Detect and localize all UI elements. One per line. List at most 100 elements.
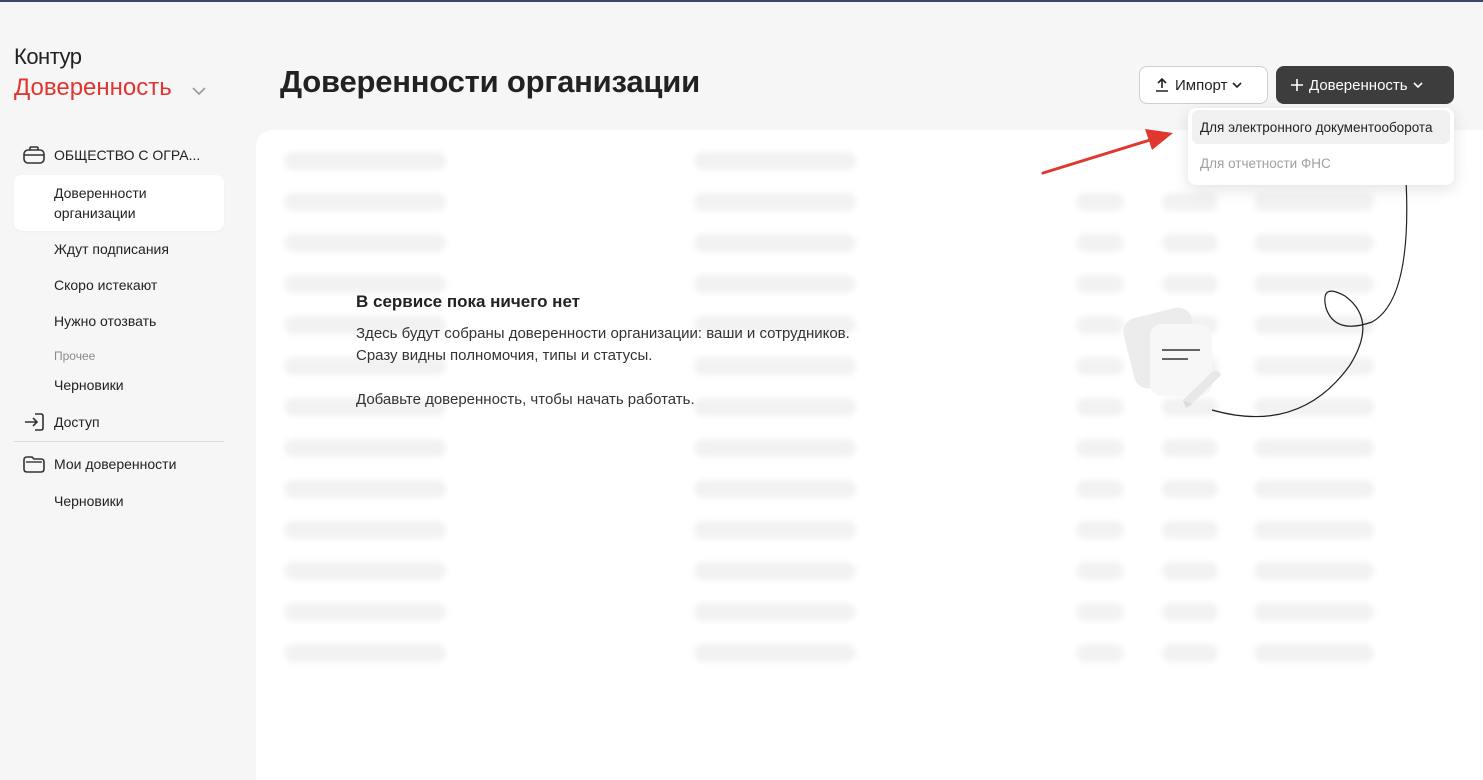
skeleton-placeholder [1254,275,1374,293]
skeleton-placeholder [1254,193,1374,211]
skeleton-placeholder [1162,521,1218,539]
skeleton-placeholder [1162,644,1218,662]
chevron-down-icon [1413,82,1423,89]
chevron-down-icon [190,79,208,97]
skeleton-placeholder [284,234,446,252]
skeleton-placeholder [284,562,446,580]
kontur-logo[interactable]: Контур [14,44,82,70]
skeleton-placeholder [1254,316,1374,334]
skeleton-placeholder [1162,316,1218,334]
empty-state-line: Сразу видны полномочия, типы и статусы. [356,347,653,364]
skeleton-placeholder [284,439,446,457]
skeleton-placeholder [1076,316,1124,334]
skeleton-placeholder [284,644,446,662]
content-card [256,130,1483,780]
skeleton-placeholder [284,521,446,539]
sidebar-item-to-revoke[interactable]: Нужно отозвать [14,303,224,339]
skeleton-placeholder [284,193,446,211]
menu-item-edo[interactable]: Для электронного документооборота [1192,110,1450,144]
skeleton-placeholder [1254,521,1374,539]
sidebar-item-label: Черновики [54,493,124,509]
skeleton-placeholder [1076,521,1124,539]
skeleton-placeholder [1254,480,1374,498]
sign-in-icon [25,413,44,431]
skeleton-placeholder [284,275,446,293]
skeleton-placeholder [1076,439,1124,457]
skeleton-placeholder [694,398,856,416]
skeleton-placeholder [1254,603,1374,621]
skeleton-placeholder [694,644,856,662]
skeleton-placeholder [1254,644,1374,662]
skeleton-placeholder [1162,234,1218,252]
import-button[interactable]: Импорт [1139,66,1268,104]
skeleton-placeholder [1162,603,1218,621]
skeleton-placeholder [1076,234,1124,252]
sidebar-item-awaiting-signature[interactable]: Ждут подписания [14,231,224,267]
skeleton-placeholder [1254,398,1374,416]
skeleton-placeholder [1162,275,1218,293]
skeleton-placeholder [1162,193,1218,211]
skeleton-placeholder [694,357,856,375]
sidebar-item-label: Доверенности организации [54,185,147,221]
sidebar-nav: ОБЩЕСТВО С ОГРА... Доверенности организа… [14,138,224,519]
sidebar-item-expiring-soon[interactable]: Скоро истекают [14,267,224,303]
skeleton-placeholder [284,480,446,498]
skeleton-placeholder [1076,357,1124,375]
skeleton-placeholder [1254,234,1374,252]
sidebar-item-label: Черновики [54,377,124,393]
skeleton-placeholder [694,480,856,498]
skeleton-placeholder [284,152,446,170]
product-switcher[interactable]: Доверенность [14,74,208,102]
skeleton-placeholder [1162,357,1218,375]
skeleton-placeholder [1076,275,1124,293]
sidebar-item-org-powers[interactable]: Доверенности организации [14,175,224,231]
sidebar-org[interactable]: ОБЩЕСТВО С ОГРА... [14,138,224,172]
skeleton-placeholder [694,152,856,170]
skeleton-placeholder [1254,562,1374,580]
sidebar-item-label: Доступ [54,414,100,430]
skeleton-placeholder [1076,398,1124,416]
skeleton-placeholder [694,562,856,580]
product-name: Доверенность [14,74,172,101]
add-power-dropdown: Для электронного документооборота Для от… [1188,108,1454,185]
import-button-label: Импорт [1175,76,1228,94]
skeleton-placeholder [694,234,856,252]
skeleton-placeholder [1076,480,1124,498]
skeleton-placeholder [1254,357,1374,375]
add-power-of-attorney-button[interactable]: Доверенность [1276,66,1454,104]
briefcase-icon [23,146,45,164]
skeleton-placeholder [694,521,856,539]
plus-icon [1291,79,1303,91]
sidebar-item-label: Мои доверенности [54,456,177,472]
skeleton-placeholder [694,193,856,211]
page-title: Доверенности организации [280,64,700,99]
empty-state-line: Здесь будут собраны доверенности организ… [356,325,850,342]
skeleton-placeholder [1076,193,1124,211]
skeleton-placeholder [1076,603,1124,621]
skeleton-placeholder [1162,562,1218,580]
sidebar-item-my-drafts[interactable]: Черновики [14,483,224,519]
skeleton-placeholder [694,275,856,293]
sidebar-org-label: ОБЩЕСТВО С ОГРА... [54,147,201,163]
sidebar-item-drafts[interactable]: Черновики [14,367,224,403]
skeleton-placeholder [1162,439,1218,457]
skeleton-placeholder [1076,562,1124,580]
sidebar-item-label: Скоро истекают [54,277,158,293]
skeleton-placeholder [1076,644,1124,662]
chevron-down-icon [1232,82,1243,89]
top-border [0,0,1483,2]
sidebar-item-access[interactable]: Доступ [14,403,224,441]
menu-item-fns-reporting: Для отчетности ФНС [1200,155,1331,171]
sidebar-item-label: Нужно отозвать [54,313,157,329]
upload-icon [1156,77,1168,92]
skeleton-placeholder [1162,398,1218,416]
sidebar-item-my-powers[interactable]: Мои доверенности [14,445,224,483]
skeleton-placeholder [1254,439,1374,457]
skeleton-placeholder [1162,480,1218,498]
skeleton-placeholder [694,603,856,621]
skeleton-placeholder [694,439,856,457]
sidebar-item-label: Ждут подписания [54,241,169,257]
folder-icon [23,456,45,473]
empty-state-title: В сервисе пока ничего нет [356,292,580,311]
add-power-button-label: Доверенность [1309,76,1408,94]
